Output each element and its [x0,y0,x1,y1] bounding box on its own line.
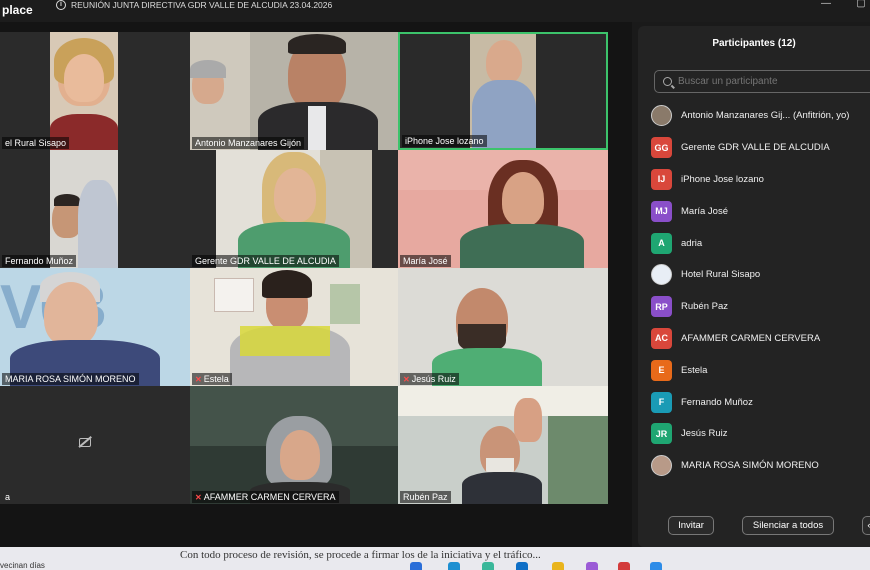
background-document-text: Con todo proceso de revisión, se procede… [180,549,541,561]
meeting-title[interactable]: i REUNIÓN JUNTA DIRECTIVA GDR VALLE DE A… [56,0,332,10]
mute-all-button[interactable]: Silenciar a todos [742,516,834,535]
participant-row[interactable]: IJ iPhone Jose lozano [651,164,870,196]
muted-mic-icon: ✕ [403,374,410,384]
taskbar-app-icon[interactable] [516,562,528,570]
video-tile[interactable]: Fernando Muñoz [0,150,190,268]
tile-label: MARIA ROSA SIMÓN MORENO [2,373,139,385]
participant-avatar: AC [651,327,672,349]
minimize-button[interactable]: — [816,0,836,10]
taskbar-weather[interactable]: vecinan días [0,561,45,570]
taskbar-app-icon[interactable] [410,562,422,570]
participants-panel-title: Participantes (12) [712,38,796,49]
participant-name: Gerente GDR VALLE DE ALCUDIA [681,142,830,154]
video-tile-video-off[interactable]: a [0,386,190,504]
participant-avatar: MJ [651,200,672,222]
participant-name: María José [681,205,728,217]
muted-mic-icon: ✕ [195,492,202,502]
video-tile[interactable]: Antonio Manzanares Gijón [190,32,398,150]
participants-panel: Participantes (12) Antonio Manzanares Gi… [638,26,870,547]
video-tile[interactable]: Rubén Paz [398,386,608,504]
video-tile[interactable]: ✕ Estela [190,268,398,386]
participant-search[interactable] [654,70,870,93]
participant-row[interactable]: MJ María José [651,195,870,227]
tile-label: Antonio Manzanares Gijón [192,137,305,149]
participant-row[interactable]: Aadria [651,227,870,259]
participant-row[interactable]: F Fernando Muñoz [651,386,870,418]
participant-avatar: JR [651,423,672,445]
participant-name: iPhone Jose lozano [681,173,764,185]
participant-row[interactable]: RP Rubén Paz [651,291,870,323]
participant-row[interactable]: Antonio Manzanares Gij... (Anfitrión, yo… [651,100,870,132]
participant-name: Estela [681,364,708,376]
participant-row[interactable]: AC AFAMMER CARMEN CERVERA [651,323,870,355]
taskbar-app-icon[interactable] [618,562,630,570]
participant-avatar [651,455,672,477]
maximize-button[interactable]: ▢ [851,0,870,10]
video-gallery: el Rural Sisapo Antonio Manzanares Gijón… [0,22,632,547]
taskbar-app-icon[interactable] [650,562,662,570]
tile-label: el Rural Sisapo [2,137,70,149]
participant-avatar: F [651,391,672,413]
participant-row[interactable]: GG Gerente GDR VALLE DE ALCUDIA [651,132,870,164]
tile-label: María José [400,255,451,267]
app-name: place [2,3,33,17]
video-tile-active-speaker[interactable]: iPhone Jose lozano [398,32,608,150]
taskbar-app-icon[interactable] [552,562,564,570]
taskbar-app-icon[interactable] [586,562,598,570]
participant-row[interactable]: MARIA ROSA SIMÓN MORENO [651,450,870,482]
more-options-button[interactable]: ‹ [862,516,870,535]
tile-label: ✕ Estela [192,373,232,385]
participant-avatar: E [651,359,672,381]
participant-avatar: GG [651,137,672,159]
tile-label: Gerente GDR VALLE DE ALCUDIA [192,255,339,267]
participant-row[interactable]: JR Jesús Ruiz [651,418,870,450]
participant-list: Antonio Manzanares Gij... (Anfitrión, yo… [651,100,870,482]
participant-name: Hotel Rural Sisapo [681,269,761,281]
info-icon[interactable]: i [56,0,66,10]
tile-label: iPhone Jose lozano [402,135,487,147]
participant-name: MARIA ROSA SIMÓN MORENO [681,460,819,472]
tile-label: Fernando Muñoz [2,255,77,267]
participant-avatar [651,264,672,286]
muted-mic-icon: ✕ [195,374,202,384]
participant-name: Rubén Paz [681,301,729,313]
tile-label: ✕ AFAMMER CARMEN CERVERA [192,491,339,503]
participant-avatar [651,105,672,127]
participant-avatar: IJ [651,168,672,190]
participant-avatar: A [651,232,672,254]
invite-button[interactable]: Invitar [668,516,714,535]
participant-name: Antonio Manzanares Gij... (Anfitrión, yo… [681,110,850,122]
participant-search-input[interactable] [678,76,868,87]
taskbar-app-icon[interactable] [482,562,494,570]
participant-row[interactable]: E Estela [651,354,870,386]
participant-avatar: RP [651,296,672,318]
video-tile[interactable]: María José [398,150,608,268]
meeting-title-text: REUNIÓN JUNTA DIRECTIVA GDR VALLE DE ALC… [71,0,333,10]
video-tile[interactable]: el Rural Sisapo [0,32,190,150]
tile-label: ✕ Jesús Ruiz [400,373,459,385]
participant-name: AFAMMER CARMEN CERVERA [681,332,821,344]
taskbar-app-icon[interactable] [448,562,460,570]
tile-label: a [5,492,11,502]
video-tile[interactable]: Gerente GDR VALLE DE ALCUDIA [190,150,398,268]
participant-name: Fernando Muñoz [681,396,753,408]
tile-label: Rubén Paz [400,491,451,503]
participant-row[interactable]: Hotel Rural Sisapo [651,259,870,291]
title-bar: place i REUNIÓN JUNTA DIRECTIVA GDR VALL… [0,0,870,22]
video-tile[interactable]: ✕ Jesús Ruiz [398,268,608,386]
participant-name: adria [681,237,703,249]
video-tile[interactable]: ✕ AFAMMER CARMEN CERVERA [190,386,398,504]
search-icon [663,77,672,86]
participant-name: Jesús Ruiz [681,428,728,440]
video-tile[interactable]: V03 MARIA ROSA SIMÓN MORENO [0,268,190,386]
